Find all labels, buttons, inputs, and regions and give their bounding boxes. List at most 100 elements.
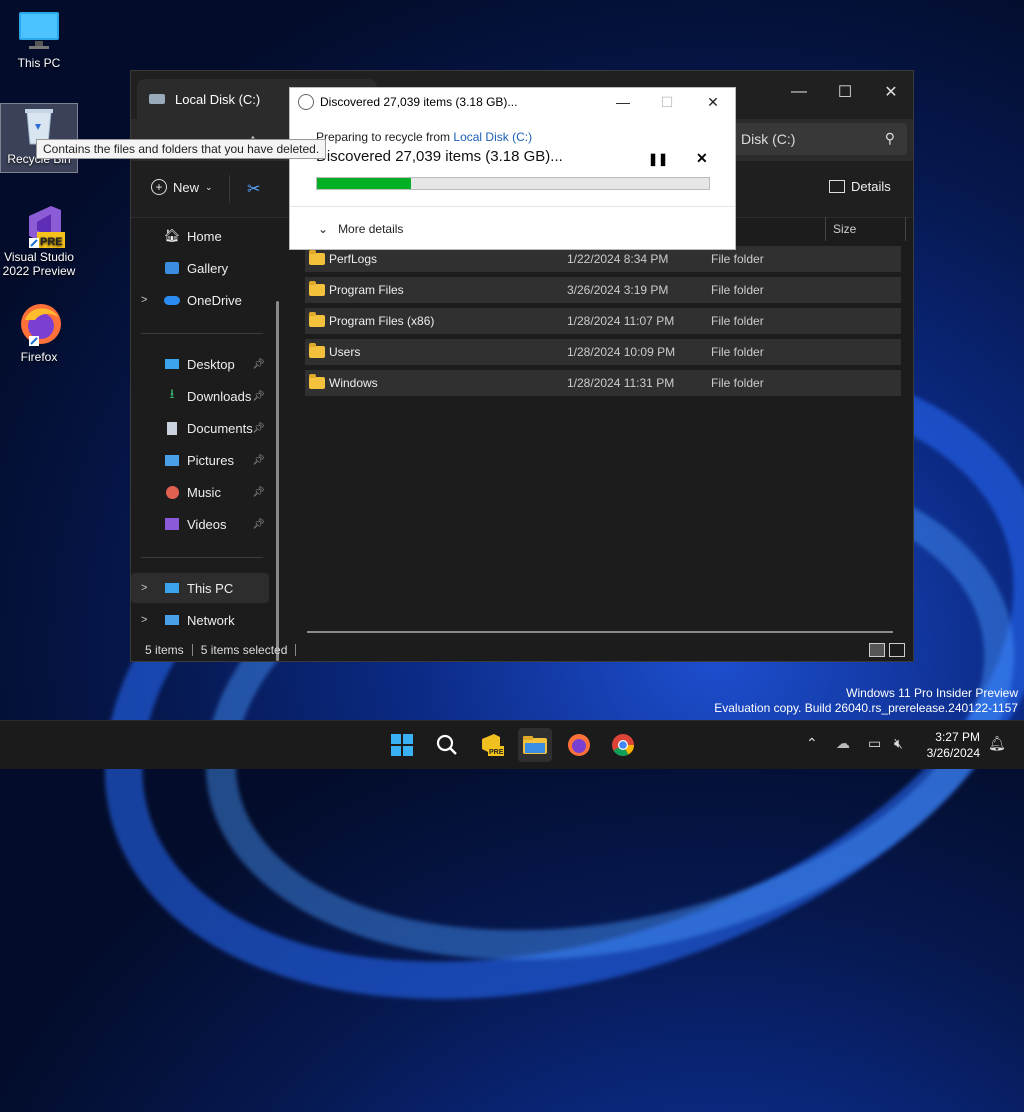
chrome-icon [612,734,634,756]
details-pane-icon [829,180,845,193]
folder-icon [309,312,325,327]
desktop-icon-label: This PC [17,56,61,70]
pin-icon[interactable]: 📌︎ [252,423,265,434]
desktop-icon-label: Firefox [20,350,58,364]
cut-button[interactable]: ✂ [247,179,260,199]
file-date: 1/22/2024 8:34 PM [567,252,669,266]
volume-muted-icon[interactable]: 🔇︎ [894,735,903,752]
status-bar: 5 items 5 items selected [131,639,913,661]
column-divider [905,217,906,241]
sidebar-item-documents[interactable]: Documents 📌︎ [131,413,269,443]
onedrive-tray-icon[interactable]: ☁ [836,735,850,752]
system-clock[interactable]: 3:27 PM 3/26/2024 [927,729,980,761]
chevron-down-icon: ⌄ [318,222,329,236]
horizontal-scrollbar[interactable] [307,631,893,633]
sidebar-item-label: Gallery [187,260,229,276]
clock-icon [298,94,314,110]
dialog-title-bar: Discovered 27,039 items (3.18 GB)... — ☐… [290,88,735,116]
source-link[interactable]: Local Disk (C:) [453,130,532,144]
close-button[interactable]: ✕ [869,77,913,107]
file-date: 3/26/2024 3:19 PM [567,283,669,297]
sidebar-item-gallery[interactable]: Gallery [131,253,269,283]
minimize-button[interactable]: — [777,77,821,107]
drive-icon [149,94,165,104]
search-placeholder: Disk (C:) [741,131,796,147]
sidebar-item-music[interactable]: Music 📌︎ [131,477,269,507]
network-tray-icon[interactable]: ▭ [868,735,881,752]
maximize-button[interactable]: ☐ [823,77,867,107]
dialog-close-button[interactable]: ✕ [690,88,736,116]
file-name: Program Files (x86) [329,314,435,328]
desktop-icon-firefox[interactable]: Firefox [1,302,77,364]
file-date: 1/28/2024 10:09 PM [567,345,676,359]
watermark-line2: Evaluation copy. Build 26040.rs_prerelea… [714,701,1018,715]
table-row[interactable]: Windows 1/28/2024 11:31 PM File folder [305,370,901,396]
windows-logo-icon [391,734,413,756]
pause-button[interactable]: ❚❚ [648,152,668,166]
pin-icon[interactable]: 📌︎ [252,391,265,402]
sidebar-item-onedrive[interactable]: > OneDrive [131,285,269,315]
desktop-icon-visual-studio[interactable]: PRE Visual Studio 2022 Preview [1,202,77,278]
home-icon: 🏠︎ [163,228,181,243]
search-button[interactable] [430,728,464,762]
monitor-icon [163,579,181,597]
picture-icon [163,451,181,469]
taskbar-visual-studio[interactable]: PRE [474,728,508,762]
dialog-maximize-button[interactable]: ☐ [644,88,690,116]
table-row[interactable]: Users 1/28/2024 10:09 PM File folder [305,339,901,365]
sidebar-scrollbar[interactable] [276,301,279,661]
taskbar-chrome[interactable] [606,728,640,762]
sidebar-item-network[interactable]: > Network [131,605,269,635]
file-name: PerfLogs [329,252,378,266]
minimize-icon: — [791,83,807,100]
table-row[interactable]: Program Files 3/26/2024 3:19 PM File fol… [305,277,901,303]
sidebar-item-pictures[interactable]: Pictures 📌︎ [131,445,269,475]
show-hidden-icons-button[interactable]: ⌃ [806,735,818,752]
details-button[interactable]: Details [829,179,891,194]
sidebar-item-downloads[interactable]: ⭳ Downloads 📌︎ [131,381,269,411]
file-type: File folder [711,345,764,359]
details-view-icon[interactable] [869,643,885,657]
chevron-down-icon: ⌄ [205,181,213,192]
clock-time: 3:27 PM [935,730,980,744]
desktop-icon-this-pc[interactable]: This PC [1,8,77,70]
pin-icon[interactable]: 📌︎ [252,519,265,530]
chevron-up-icon: ⌃ [806,735,818,751]
navigation-pane: 🏠︎ Home Gallery > OneDrive Desktop 📌︎ ⭳ Dow… [131,217,281,661]
close-icon: ✕ [707,93,719,110]
folder-icon [309,250,325,265]
sidebar-item-videos[interactable]: Videos 📌︎ [131,509,269,539]
pin-icon[interactable]: 📌︎ [252,359,265,370]
desktop-icon-recycle-bin[interactable]: Recycle Bin [0,103,78,173]
taskbar-file-explorer[interactable] [518,728,552,762]
notification-bell-icon[interactable]: 🔔︎ [988,735,1006,752]
column-label: Size [833,222,857,236]
new-button[interactable]: + New ⌄ [151,179,213,195]
file-type: File folder [711,252,764,266]
dialog-title: Discovered 27,039 items (3.18 GB)... [320,95,518,109]
cancel-button[interactable]: ✕ [696,150,708,167]
close-icon: ✕ [696,150,708,166]
taskbar-firefox[interactable] [562,728,596,762]
chevron-right-icon: > [141,614,148,626]
more-details-toggle[interactable]: ⌄ More details [318,222,403,236]
sidebar-item-this-pc[interactable]: > This PC [131,573,269,603]
file-type: File folder [711,314,764,328]
preparing-text: Preparing to recycle from Local Disk (C:… [316,130,532,144]
start-button[interactable] [385,728,419,762]
pin-icon[interactable]: 📌︎ [252,487,265,498]
dialog-minimize-button[interactable]: — [600,88,646,116]
more-details-label: More details [338,222,404,236]
sidebar-item-home[interactable]: 🏠︎ Home [131,221,269,251]
tiles-view-icon[interactable] [889,643,905,657]
file-type: File folder [711,376,764,390]
command-separator [229,175,230,203]
search-input[interactable]: Disk (C:) ⚲ [729,123,907,155]
sidebar-item-desktop[interactable]: Desktop 📌︎ [131,349,269,379]
pin-icon[interactable]: 📌︎ [252,455,265,466]
table-row[interactable]: Program Files (x86) 1/28/2024 11:07 PM F… [305,308,901,334]
column-header-size[interactable]: Size [833,217,856,241]
sidebar-item-label: Home [187,228,222,244]
close-icon: ✕ [884,84,898,101]
sidebar-item-label: Pictures [187,452,234,468]
